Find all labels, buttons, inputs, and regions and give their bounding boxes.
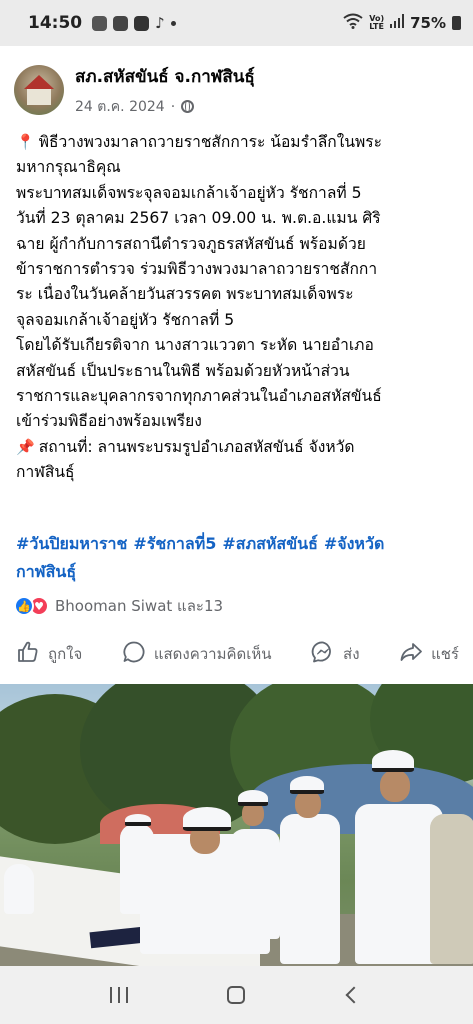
hashtag-link-continued[interactable]: กาฬสินธุ์ [16,562,76,581]
officer-shape [230,829,280,939]
like-reaction-icon: 👍 [14,596,34,616]
tiktok-icon: ♪ [155,14,165,32]
officer-shape [4,864,34,914]
avatar-building-shape [27,89,51,105]
post-actions: ถูกใจ แสดงความคิดเห็น ส่ง แชร์ [0,632,473,676]
post-line: 📍 พิธีวางพวงมาลาถวายราชสักการะ น้อมรำลึกใ… [16,133,383,151]
share-button[interactable]: แชร์ [399,640,459,668]
hashtag-link[interactable]: #รัชกาลที่5 [133,534,216,553]
share-arrow-icon [399,640,423,668]
recent-apps-icon [109,987,128,1003]
reactions-text: Bhooman Siwat และ13 [55,597,224,615]
comment-button[interactable]: แสดงความคิดเห็น [122,640,272,668]
status-time: 14:50 [28,13,83,33]
comment-bubble-icon [122,640,146,668]
send-label: ส่ง [343,645,360,663]
post-line: 📌 สถานที่: ลานพระบรมรูปอำเภอสหัสขันธ์ จัง… [16,437,355,456]
hashtag-link[interactable]: #สภสหัสขันธ์ [222,534,317,553]
officer-shape [430,814,473,964]
status-right: Vo) LTE 75% [343,13,461,33]
signal-icon [390,14,405,32]
dot-icon [170,20,176,26]
post-line: โดยได้รับเกียรติจาก นางสาวแววตา ระหัด นา… [16,336,374,355]
officer-cap-shape [183,807,231,831]
comment-label: แสดงความคิดเห็น [153,645,272,663]
battery-percent: 75% [410,14,446,32]
hashtag-link[interactable]: #วันปิยมหาราช [16,534,127,553]
battery-icon [452,16,461,30]
status-bar: 14:50 ♪ Vo) LTE 75% [0,0,473,46]
reactions-summary[interactable]: 👍 ♥ Bhooman Siwat และ13 [14,594,223,618]
volte-icon: Vo) LTE [369,14,385,31]
officer-face-shape [380,770,410,802]
share-label: แชร์ [431,645,459,663]
avatar-roof-shape [24,75,54,89]
pushpin-icon: 📌 [16,437,35,456]
system-nav-bar [0,966,473,1024]
globe-icon [181,100,195,113]
post-text: 📍 พิธีวางพวงมาลาถวายราชสักการะ น้อมรำลึกใ… [16,130,463,486]
officer-cap-shape [238,790,268,806]
officer-cap-shape [125,814,151,826]
post-line: พระบาทสมเด็จพระจุลจอมเกล้าเจ้าอยู่หัว รั… [16,183,362,202]
messages-icon [113,15,129,31]
home-icon [227,986,246,1004]
thumbs-up-icon [16,640,40,668]
send-button[interactable]: ส่ง [311,640,360,668]
avatar[interactable] [14,65,64,115]
post-photo[interactable] [0,684,473,966]
meta-dot: · [170,98,176,115]
back-icon [345,986,363,1004]
post-line: สหัสขันธ์ เป็นประธานในพิธี พร้อมด้วยหัวห… [16,361,350,380]
officer-shape [280,814,340,964]
post-line: ราชการและบุคลากรจากทุกภาคส่วนในอำเภอสหัส… [16,387,382,406]
round-pushpin-icon: 📍 [16,133,35,151]
messenger-icon [311,640,335,668]
post-line: ข้าราชการตำรวจ ร่วมพิธีวางพวงมาลาถวายราช… [16,260,378,279]
officer-cap-shape [290,776,324,794]
post-line: กาฬสินธุ์ [16,463,75,482]
home-button[interactable] [216,975,256,1015]
line-icon [92,15,108,31]
like-label: ถูกใจ [48,645,83,663]
back-button[interactable] [334,975,374,1015]
like-button[interactable]: ถูกใจ [16,640,82,668]
hashtag-link[interactable]: #จังหวัด [324,534,385,553]
post-meta: 24 ต.ค. 2024 · [75,96,255,118]
post-line: ระ เนื่องในวันคล้ายวันสวรรคต พระบาทสมเด็… [16,285,354,304]
author-block: สภ.สหัสขันธ์ จ.กาฬสินธุ์ 24 ต.ค. 2024 · [75,63,255,118]
post-line: ฉาย ผู้กำกับการสถานีตำรวจภูธรสหัสขันธ์ พ… [16,234,366,253]
officer-shape [120,824,154,914]
post-line: เข้าร่วมพิธีอย่างพร้อมเพรียง [16,412,202,431]
post-line: จุลจอมเกล้าเจ้าอยู่หัว รัชกาลที่ 5 [16,310,235,329]
checkbox-icon [134,15,150,31]
post-line: วันที่ 23 ตุลาคม 2567 เวลา 09.00 น. พ.ต.… [16,209,381,228]
status-notification-icons: ♪ [92,14,176,32]
post-date[interactable]: 24 ต.ค. 2024 [75,96,165,118]
post-header: สภ.สหัสขันธ์ จ.กาฬสินธุ์ 24 ต.ค. 2024 · [14,60,459,120]
wifi-icon [343,13,363,33]
post-line: มหากรุณาธิคุณ [16,158,121,177]
officer-cap-shape [372,750,414,772]
recent-apps-button[interactable] [99,975,139,1015]
author-name[interactable]: สภ.สหัสขันธ์ จ.กาฬสินธุ์ [75,63,255,90]
hashtags: #วันปิยมหาราช #รัชกาลที่5 #สภสหัสขันธ์ #จัง… [16,530,463,586]
officer-face-shape [295,790,321,818]
